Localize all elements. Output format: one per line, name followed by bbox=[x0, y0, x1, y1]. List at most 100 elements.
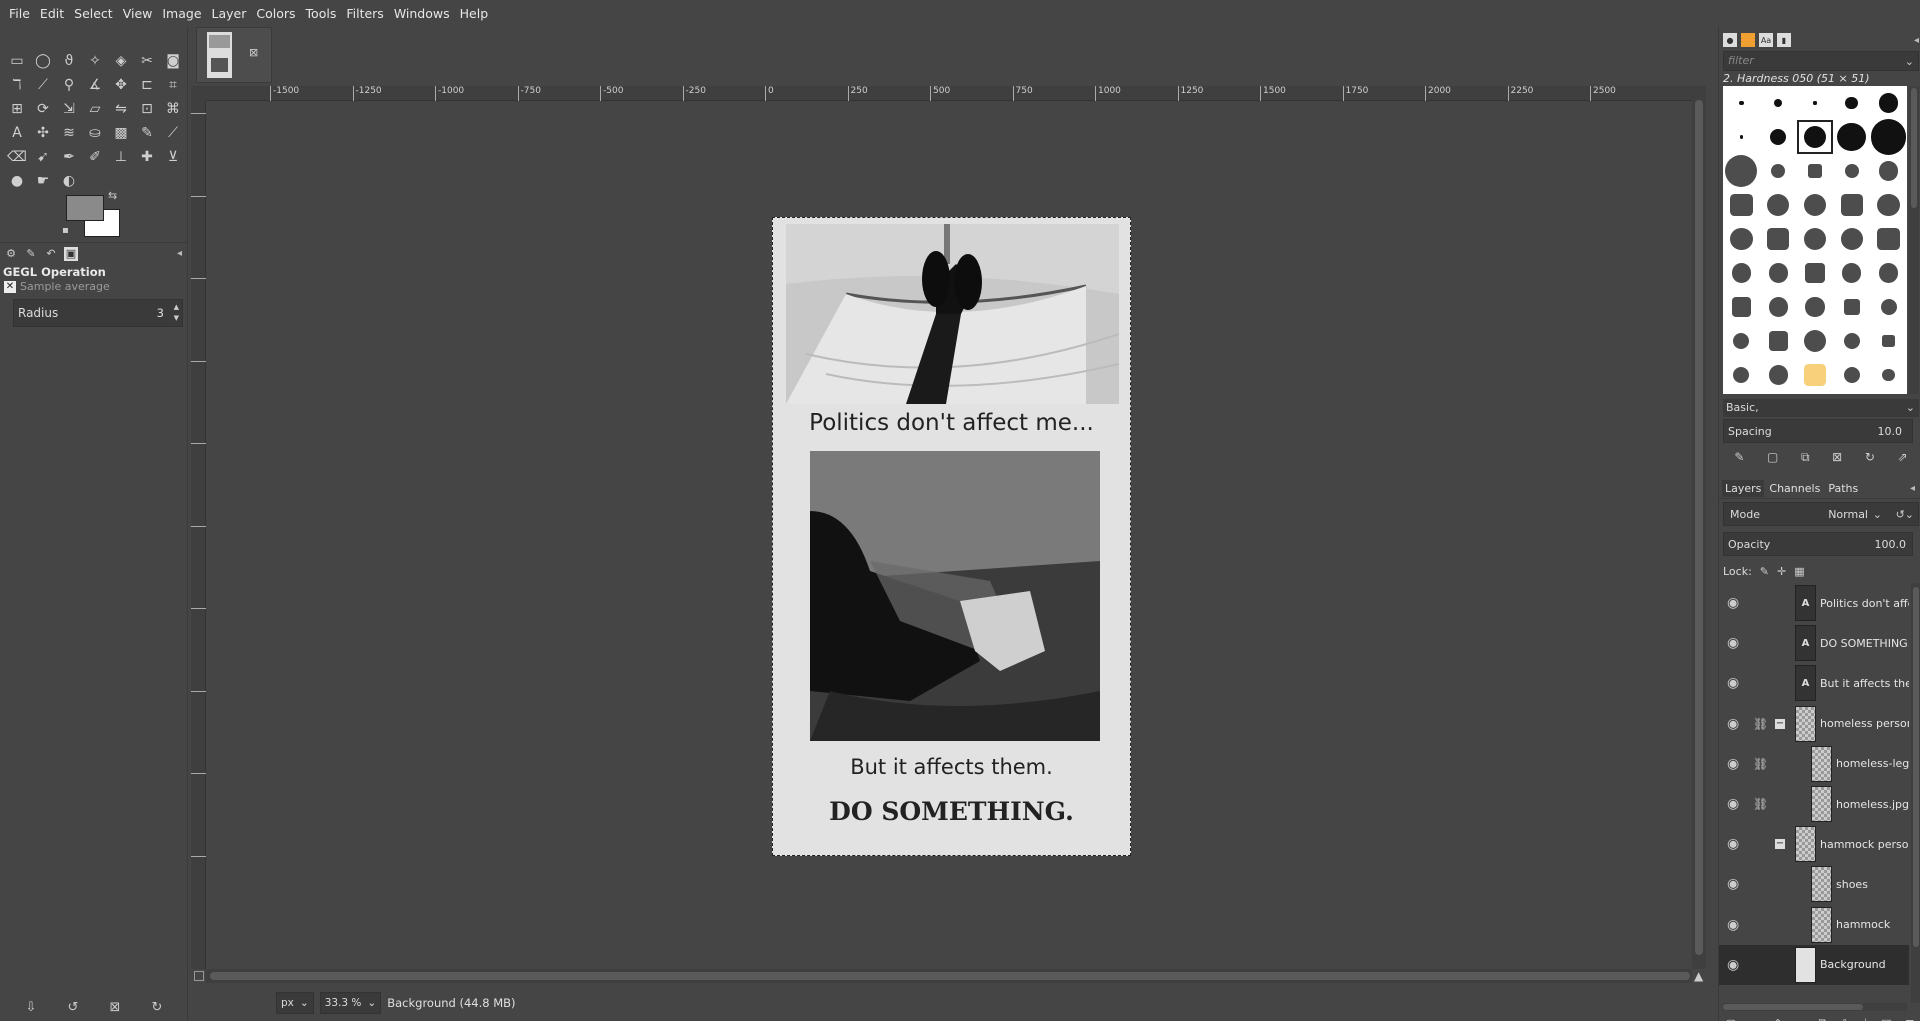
layer-row[interactable]: ◉ shoes bbox=[1719, 864, 1909, 904]
layer-name[interactable]: shoes bbox=[1836, 878, 1909, 891]
layer-mode-select[interactable]: Mode Normal ⌄ ↺⌄ bbox=[1723, 502, 1919, 526]
brush-swatch[interactable] bbox=[1870, 324, 1907, 358]
menu-image[interactable]: Image bbox=[157, 0, 206, 27]
close-icon[interactable]: ✕ bbox=[4, 280, 16, 293]
brush-swatch[interactable] bbox=[1723, 256, 1760, 290]
undo-history-tab-icon[interactable]: ↶ bbox=[44, 247, 58, 261]
spacing-slider[interactable]: Spacing 10.0 bbox=[1723, 419, 1913, 443]
visibility-eye-icon[interactable]: ◉ bbox=[1727, 675, 1739, 691]
cage-icon[interactable]: ⌘ bbox=[160, 97, 186, 121]
device-status-tab-icon[interactable]: ✎ bbox=[24, 247, 38, 261]
brush-swatch[interactable] bbox=[1723, 290, 1760, 324]
shear-icon[interactable]: ▱ bbox=[82, 97, 108, 121]
layer-name[interactable]: homeless.jpg bbox=[1836, 798, 1909, 811]
brush-swatch[interactable] bbox=[1760, 154, 1797, 188]
select-by-color-icon[interactable]: ◈ bbox=[108, 49, 134, 73]
layer-row[interactable]: ◉ hammock bbox=[1719, 905, 1909, 945]
brush-swatch[interactable] bbox=[1723, 188, 1760, 222]
menu-windows[interactable]: Windows bbox=[389, 0, 455, 27]
brush-swatch[interactable] bbox=[1870, 119, 1907, 155]
chevron-down-icon[interactable]: ⌄ bbox=[1905, 53, 1914, 71]
foreground-select-icon[interactable]: ◙ bbox=[160, 49, 186, 73]
new-group-icon[interactable]: ▭ bbox=[1749, 1017, 1759, 1021]
clone-icon[interactable]: ⊥ bbox=[108, 145, 134, 169]
canvas-area[interactable]: Politics don't affect me... But it affec… bbox=[206, 101, 1692, 969]
duplicate-brush-icon[interactable]: ⧉ bbox=[1801, 450, 1810, 465]
brush-swatch[interactable] bbox=[1760, 290, 1797, 324]
layer-name[interactable]: hammock bbox=[1836, 918, 1909, 931]
menu-layer[interactable]: Layer bbox=[207, 0, 252, 27]
swap-colors-icon[interactable]: ⇆ bbox=[108, 189, 117, 202]
layer-row[interactable]: ◉ − hammock person bbox=[1719, 824, 1909, 864]
brush-swatch[interactable] bbox=[1723, 358, 1760, 392]
patterns-tab-icon[interactable] bbox=[1741, 33, 1755, 47]
refresh-brushes-icon[interactable]: ↻ bbox=[1865, 450, 1875, 464]
vertical-ruler[interactable] bbox=[191, 101, 206, 969]
delete-brush-icon[interactable]: ⊠ bbox=[1832, 450, 1842, 464]
tab-paths[interactable]: Paths bbox=[1825, 480, 1861, 497]
foreground-color-swatch[interactable] bbox=[66, 195, 104, 221]
layer-name[interactable]: hammock person bbox=[1820, 838, 1909, 851]
brush-swatch[interactable] bbox=[1797, 86, 1834, 120]
visibility-eye-icon[interactable]: ◉ bbox=[1727, 957, 1739, 973]
chain-link-icon[interactable]: ⛓ bbox=[1753, 797, 1768, 811]
blur-icon[interactable]: ● bbox=[4, 169, 30, 193]
crop-icon[interactable]: ⌗ bbox=[160, 73, 186, 97]
horizontal-ruler[interactable]: -1500 -1250 -1000 -750 -500 -250 0 250 500 750 100… bbox=[206, 86, 1692, 101]
brush-swatch[interactable] bbox=[1833, 256, 1870, 290]
panel-menu-icon[interactable]: ◂ bbox=[1914, 35, 1919, 46]
lower-layer-icon[interactable]: ⌄ bbox=[1796, 1017, 1805, 1021]
brush-swatch[interactable] bbox=[1760, 256, 1797, 290]
brush-swatch[interactable] bbox=[1833, 86, 1870, 120]
visibility-eye-icon[interactable]: ◉ bbox=[1727, 836, 1739, 852]
flip-icon[interactable]: ⇋ bbox=[108, 97, 134, 121]
image-canvas[interactable]: Politics don't affect me... But it affec… bbox=[772, 217, 1131, 856]
brush-swatch[interactable] bbox=[1833, 120, 1870, 154]
color-picker-icon[interactable]: ⟋ bbox=[30, 73, 56, 97]
layers-horizontal-scrollbar[interactable] bbox=[1723, 1003, 1907, 1011]
brush-swatch[interactable] bbox=[1723, 154, 1760, 188]
brush-swatch[interactable] bbox=[1833, 188, 1870, 222]
free-select-icon[interactable]: ϑ bbox=[56, 49, 82, 73]
layer-row[interactable]: ◉ ⛓ − homeless person bbox=[1719, 704, 1909, 744]
brush-swatch[interactable] bbox=[1870, 290, 1907, 324]
delete-layer-icon[interactable]: ⊠ bbox=[1905, 1017, 1914, 1021]
gradient-icon[interactable]: ▩ bbox=[108, 121, 134, 145]
align-icon[interactable]: ⊏ bbox=[134, 73, 160, 97]
layer-name[interactable]: Politics don't affe bbox=[1820, 597, 1909, 610]
visibility-eye-icon[interactable]: ◉ bbox=[1727, 595, 1739, 611]
brush-swatch[interactable] bbox=[1833, 290, 1870, 324]
radius-value[interactable]: 3 bbox=[157, 306, 164, 320]
brush-filter-input[interactable]: filter ⌄ bbox=[1723, 51, 1919, 71]
brush-swatch[interactable] bbox=[1760, 86, 1797, 120]
scissors-icon[interactable]: ✂ bbox=[134, 49, 160, 73]
default-colors-icon[interactable]: ▪ bbox=[62, 225, 69, 236]
layer-name[interactable]: homeless person bbox=[1820, 717, 1909, 730]
visibility-eye-icon[interactable]: ◉ bbox=[1727, 635, 1739, 651]
ink-icon[interactable]: ✒ bbox=[56, 145, 82, 169]
visibility-eye-icon[interactable]: ◉ bbox=[1727, 876, 1739, 892]
canvas-vertical-scrollbar[interactable] bbox=[1692, 86, 1706, 969]
layer-row[interactable]: ◉ A But it affects the bbox=[1719, 663, 1909, 703]
zoom-select[interactable]: 33.3 % ⌄ bbox=[319, 991, 382, 1014]
fuzzy-select-icon[interactable]: ✧ bbox=[82, 49, 108, 73]
open-brush-folder-icon[interactable]: ⇗ bbox=[1898, 450, 1908, 464]
brush-swatch[interactable] bbox=[1796, 120, 1834, 154]
perspective-icon[interactable]: ⊡ bbox=[134, 97, 160, 121]
perspective-clone-icon[interactable]: ⊻ bbox=[160, 145, 186, 169]
brush-swatch[interactable] bbox=[1797, 290, 1834, 324]
lock-position-icon[interactable]: ✛ bbox=[1777, 565, 1786, 578]
reset-mode-icon[interactable]: ↺⌄ bbox=[1896, 508, 1914, 521]
smudge-icon[interactable]: ☛ bbox=[30, 169, 56, 193]
lock-pixels-icon[interactable]: ✎ bbox=[1760, 565, 1769, 578]
menu-file[interactable]: File bbox=[4, 0, 35, 27]
scrollbar-thumb[interactable] bbox=[1695, 100, 1703, 955]
zoom-icon[interactable]: ⚲ bbox=[56, 73, 82, 97]
layer-name[interactable]: homeless-leg bbox=[1836, 757, 1909, 770]
collapse-group-icon[interactable]: − bbox=[1775, 839, 1785, 850]
navigate-icon[interactable]: ▲ bbox=[1694, 969, 1703, 983]
menu-help[interactable]: Help bbox=[455, 0, 494, 27]
edit-brush-icon[interactable]: ✎ bbox=[1734, 450, 1744, 464]
layer-row[interactable]: ◉ ⛓ homeless-leg bbox=[1719, 744, 1909, 784]
brush-swatch[interactable] bbox=[1870, 222, 1907, 256]
